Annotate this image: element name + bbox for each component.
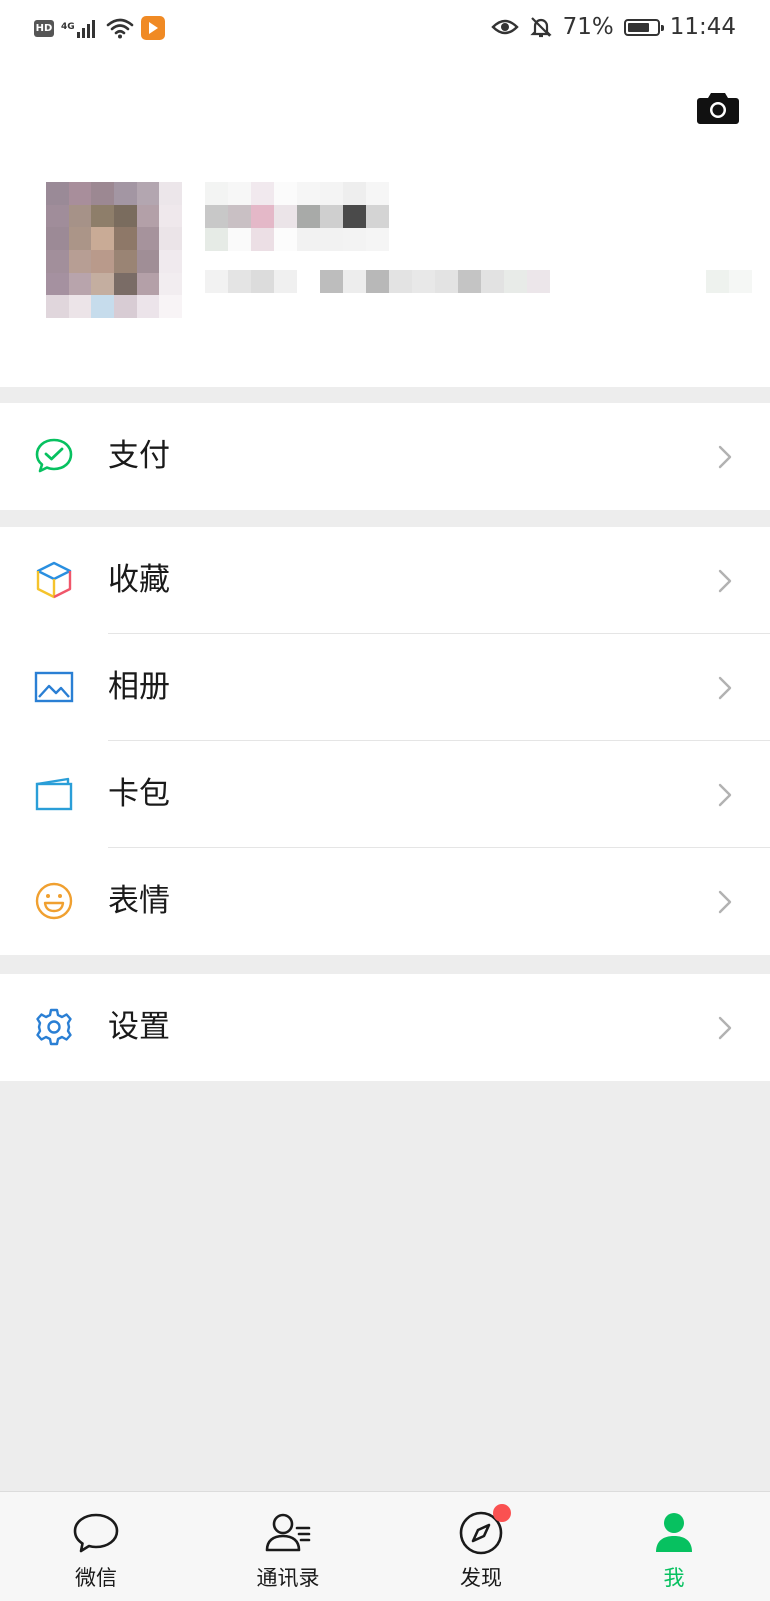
tab-label-discover: 发现 (460, 1566, 502, 1590)
menu-label-cards: 卡包 (108, 776, 170, 812)
chevron-right-icon (718, 569, 732, 593)
smiley-icon (35, 882, 73, 920)
menu-item-favorites[interactable]: 收藏 (0, 527, 770, 634)
gear-icon (36, 1008, 72, 1046)
eye-comfort-icon (490, 19, 519, 35)
chevron-right-icon (718, 445, 732, 469)
network-type: 4G (61, 22, 75, 32)
menu-label-pay: 支付 (108, 438, 170, 474)
profile-wechat-id (0, 62, 1, 63)
chat-bubble-icon (73, 1513, 119, 1553)
menu-item-cards[interactable]: 卡包 (0, 741, 770, 848)
discover-badge-dot (493, 1504, 511, 1522)
avatar[interactable] (46, 182, 182, 318)
status-bar-right: 71% 11:44 (490, 14, 736, 40)
profile-chevron-blurred (706, 270, 752, 293)
status-bar: HD 4G 71% 11:44 (0, 0, 770, 62)
tab-label-me: 我 (663, 1566, 685, 1590)
me-person-icon (656, 1513, 692, 1552)
tab-chats[interactable]: 微信 (26, 1492, 166, 1601)
profile-header[interactable] (0, 62, 770, 387)
menu-item-album[interactable]: 相册 (0, 634, 770, 741)
menu-group-content: 收藏 相册 卡包 表情 (0, 527, 770, 955)
menu-item-stickers[interactable]: 表情 (0, 848, 770, 955)
tab-discover[interactable]: 发现 (411, 1492, 551, 1601)
menu-label-settings: 设置 (108, 1009, 170, 1045)
menu-label-favorites: 收藏 (108, 562, 170, 598)
cube-icon (36, 561, 72, 599)
status-bar-left: HD 4G (34, 16, 165, 40)
chevron-right-icon (718, 676, 732, 700)
menu-label-stickers: 表情 (108, 883, 170, 919)
tab-contacts[interactable]: 通讯录 (218, 1492, 358, 1601)
menu-group-settings: 设置 (0, 974, 770, 1081)
tab-me[interactable]: 我 (604, 1492, 744, 1601)
menu-item-pay[interactable]: 支付 (0, 403, 770, 510)
cellular-signal-icon: 4G (61, 18, 99, 38)
chevron-right-icon (718, 890, 732, 914)
wechat-me-screen: HD 4G 71% 11:44 支付 收藏 相册 卡包 表情 设置 微信 通讯录… (0, 0, 770, 1601)
camera-icon[interactable] (697, 90, 739, 124)
battery-percent: 71% (562, 14, 614, 40)
chevron-right-icon (718, 783, 732, 807)
app-notification-icon (140, 16, 165, 40)
tab-label-chats: 微信 (75, 1566, 117, 1590)
chevron-right-icon (718, 1016, 732, 1040)
tab-label-contacts: 通讯录 (256, 1566, 320, 1590)
bottom-tab-bar: 微信 通讯录 发现 我 (0, 1491, 770, 1601)
contacts-icon (265, 1513, 311, 1552)
nickname-blurred-row3 (205, 228, 389, 251)
nickname-blurred-row2 (205, 205, 389, 228)
menu-group-pay: 支付 (0, 403, 770, 510)
card-wallet-icon (35, 777, 73, 811)
menu-item-settings[interactable]: 设置 (0, 974, 770, 1081)
wechat-pay-icon (35, 438, 73, 473)
menu-label-album: 相册 (108, 669, 170, 705)
nickname-blurred (205, 182, 389, 205)
album-icon (34, 671, 74, 703)
mute-bell-icon (529, 17, 552, 38)
wifi-icon (106, 18, 133, 39)
hd-indicator: HD (34, 19, 54, 37)
profile-nickname (0, 62, 1, 63)
battery-icon (623, 18, 664, 36)
wechat-id-blurred (205, 270, 550, 293)
clock: 11:44 (669, 14, 736, 40)
